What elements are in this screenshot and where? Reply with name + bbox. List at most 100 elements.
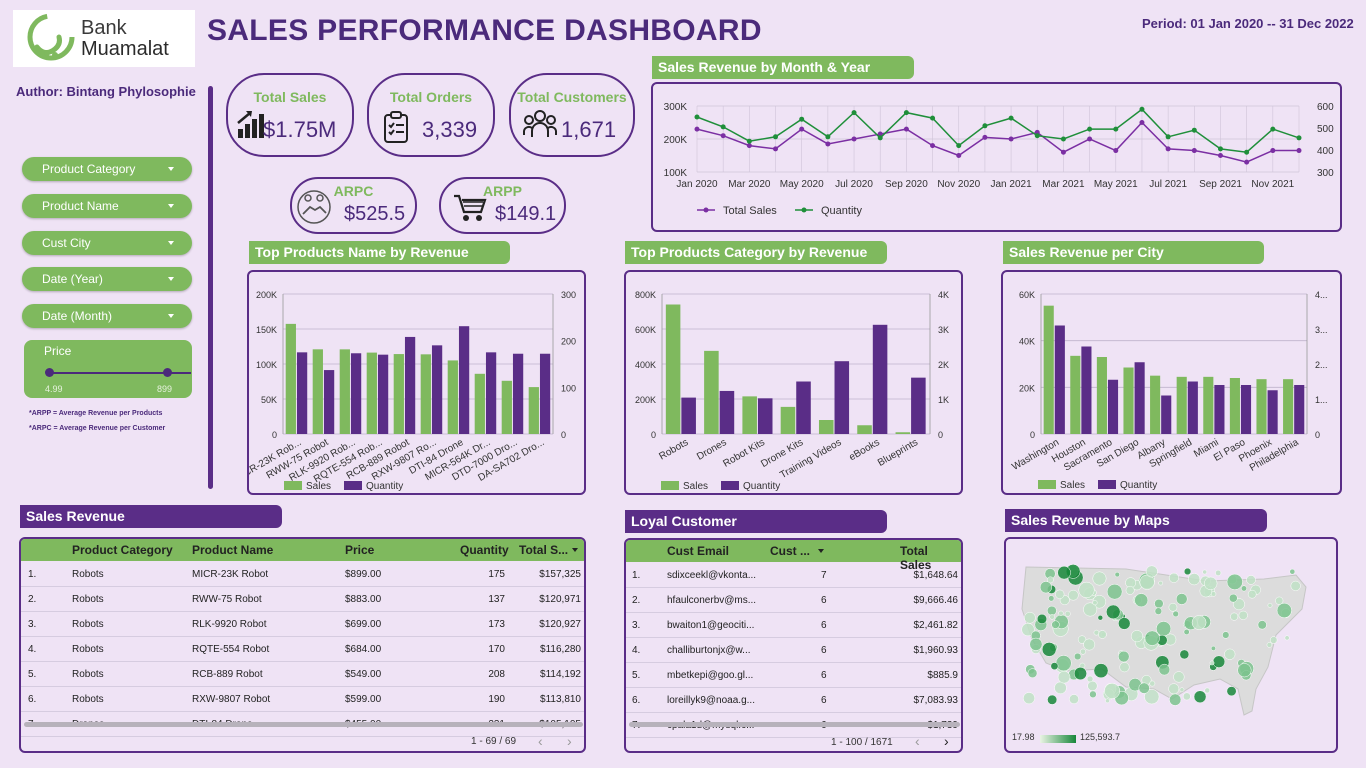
table-row[interactable]: 3. Robots RLK-9920 Robot $699.00 173 $120,927	[21, 612, 584, 637]
map-bubble	[1284, 635, 1290, 641]
map-bubble	[1046, 605, 1057, 616]
cell-price: $883.00	[345, 594, 382, 605]
map-bubble	[1058, 610, 1064, 616]
total-sales-point	[1191, 148, 1197, 154]
cell-index: 3.	[28, 619, 37, 630]
table-row[interactable]: 6. loreillyk9@noaa.g... 6 $7,083.93	[626, 688, 961, 713]
price-slider-filter[interactable]: Price 4.99 899	[24, 340, 192, 398]
table-row[interactable]: 1. sdixceekl@vkonta... 7 $1,648.64	[626, 563, 961, 588]
table-row[interactable]: 4. challiburtonjx@w... 6 $1,960.93	[626, 638, 961, 663]
us-bubble-map[interactable]	[1006, 539, 1336, 751]
table-row[interactable]: 6. Robots RXW-9807 Robot $599.00 190 $113,810	[21, 687, 584, 712]
cell-price: $684.00	[345, 644, 382, 655]
bar-sales	[1176, 376, 1187, 434]
bar-sales	[742, 396, 757, 434]
map-legend-gradient	[1040, 735, 1076, 743]
col-product-category[interactable]: Product Category	[72, 543, 173, 557]
map-bubble	[1098, 630, 1107, 639]
quantity-point	[903, 110, 909, 116]
prev-page-icon[interactable]: ‹	[915, 733, 920, 749]
filter-date-year[interactable]: Date (Year)	[22, 267, 192, 291]
col-total-sales[interactable]: Total S...	[519, 543, 568, 557]
col-quantity[interactable]: Quantity	[460, 543, 509, 557]
cell-product-name: MICR-23K Robot	[192, 569, 269, 580]
table-row[interactable]: 5. mbetkepi@goo.gl... 6 $885.9	[626, 663, 961, 688]
map-bubble	[1168, 602, 1178, 612]
total-sales-point	[825, 141, 831, 147]
bar-quantity	[377, 354, 389, 434]
bar-quantity	[1107, 379, 1119, 434]
x-tick-label: Jul 2020	[835, 179, 873, 190]
price-min-handle[interactable]	[45, 368, 54, 377]
y-tick-right: 0	[1315, 430, 1320, 440]
map-bubble	[1057, 670, 1071, 684]
map-bubble	[1173, 671, 1185, 683]
pagination-text: 1 - 69 / 69	[471, 736, 517, 747]
cell-category: Robots	[72, 594, 104, 605]
map-bubble	[1069, 694, 1079, 705]
total-sales-point	[851, 136, 857, 142]
filter-date-month[interactable]: Date (Month)	[22, 304, 192, 328]
y-tick-right: 0	[561, 430, 566, 440]
cell-cust-email: sdixceekl@vkonta...	[667, 570, 757, 581]
filter-product-name[interactable]: Product Name	[22, 194, 192, 218]
bar-sales	[1043, 305, 1054, 434]
map-legend-min: 17.98	[1012, 732, 1035, 742]
col-cust-email[interactable]: Cust Email	[667, 544, 729, 558]
map-bubble	[1168, 572, 1179, 583]
cell-total-sales: $1,648.64	[913, 570, 959, 581]
sort-desc-icon[interactable]	[572, 548, 578, 552]
cell-product-name: RWW-75 Robot	[192, 594, 262, 605]
kpi-total-customers: Total Customers 1,671	[509, 73, 635, 157]
col-product-name[interactable]: Product Name	[192, 543, 273, 557]
period-text: Period: 01 Jan 2020 -- 31 Dec 2022	[1142, 16, 1354, 31]
next-page-icon[interactable]: ›	[567, 733, 572, 749]
bar-quantity	[681, 397, 696, 434]
map-bubble	[1118, 650, 1130, 663]
map-bubble	[1257, 620, 1267, 630]
cell-index: 5.	[632, 670, 641, 681]
map-bubble	[1269, 636, 1278, 644]
per-city-panel: 60K 40K 20K 0 4... 3... 2... 1... 0 Washington Hou…	[1001, 270, 1342, 495]
cell-index: 6.	[632, 695, 641, 706]
y-tick-left: 200K	[635, 395, 656, 405]
section-title-sales-revenue: Sales Revenue	[20, 505, 282, 528]
horizontal-scrollbar[interactable]	[629, 722, 960, 727]
horizontal-scrollbar[interactable]	[24, 722, 583, 727]
pagination-text: 1 - 100 / 1671	[831, 737, 893, 748]
price-max-handle[interactable]	[163, 368, 172, 377]
col-cust-count[interactable]: Cust ...	[770, 544, 810, 558]
dropdown-caret-icon	[168, 241, 174, 245]
filter-product-category[interactable]: Product Category	[22, 157, 192, 181]
col-price[interactable]: Price	[345, 543, 374, 557]
quantity-point	[1165, 134, 1171, 140]
map-bubble	[1238, 610, 1248, 620]
table-row[interactable]: 2. hfaulconerbv@ms... 6 $9,666.46	[626, 588, 961, 613]
sort-desc-icon[interactable]	[818, 549, 824, 553]
cell-total-sales: $2,461.82	[913, 620, 959, 631]
total-sales-point	[773, 146, 779, 152]
cell-cust-count: 7	[821, 570, 827, 581]
cell-cust-count: 6	[821, 695, 827, 706]
y-tick-right: 1...	[1315, 395, 1328, 405]
prev-page-icon[interactable]: ‹	[538, 733, 543, 749]
table-row[interactable]: 2. Robots RWW-75 Robot $883.00 137 $120,971	[21, 587, 584, 612]
y-tick-right: 200	[561, 337, 576, 347]
next-page-icon[interactable]: ›	[944, 733, 949, 749]
table-row[interactable]: 5. Robots RCB-889 Robot $549.00 208 $114,192	[21, 662, 584, 687]
table-row[interactable]: 4. Robots RQTE-554 Robot $684.00 170 $116,280	[21, 637, 584, 662]
dropdown-caret-icon	[168, 204, 174, 208]
map-bubble	[1168, 683, 1180, 695]
y-tick-left: 60K	[1019, 290, 1035, 300]
bar-quantity	[1161, 395, 1172, 434]
legend-qty-dot	[801, 207, 807, 213]
table-row[interactable]: 1. Robots MICR-23K Robot $899.00 175 $157,325	[21, 562, 584, 587]
y-tick-right: 2...	[1315, 360, 1328, 370]
table-row[interactable]: 3. bwaiton1@geociti... 6 $2,461.82	[626, 613, 961, 638]
per-city-bar-chart: 60K40K20K04...3...2...1...0WashingtonHou…	[1010, 290, 1328, 491]
filter-cust-city[interactable]: Cust City	[22, 231, 192, 255]
cell-quantity: 137	[488, 594, 505, 605]
map-bubble	[1092, 571, 1107, 586]
map-bubble	[1064, 610, 1071, 617]
x-tick-label: Nov 2020	[937, 179, 980, 190]
